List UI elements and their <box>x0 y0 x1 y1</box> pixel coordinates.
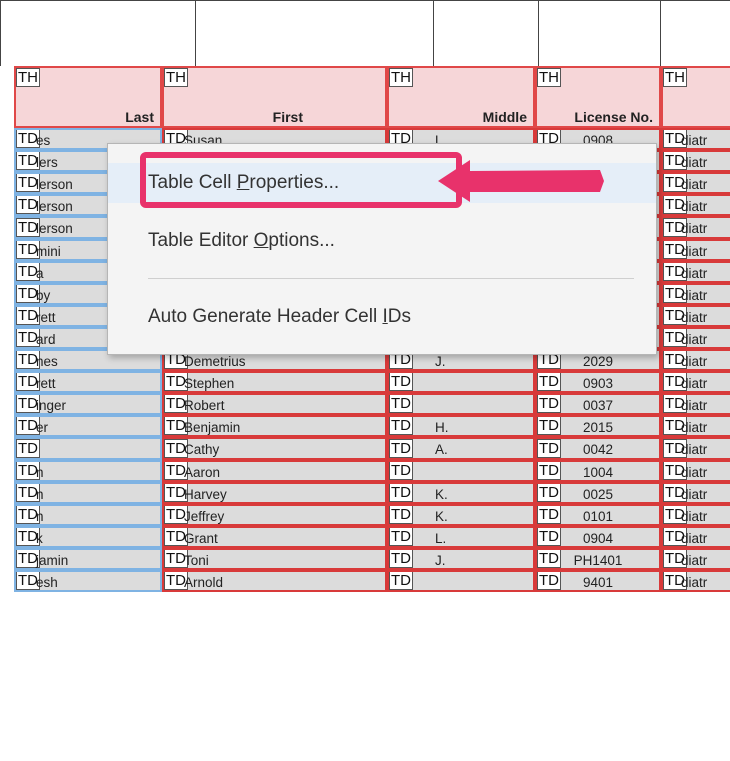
callout-arrow-icon <box>438 160 604 202</box>
pdf-table: TH Last TH First TH Middle TH License No… <box>0 0 730 761</box>
